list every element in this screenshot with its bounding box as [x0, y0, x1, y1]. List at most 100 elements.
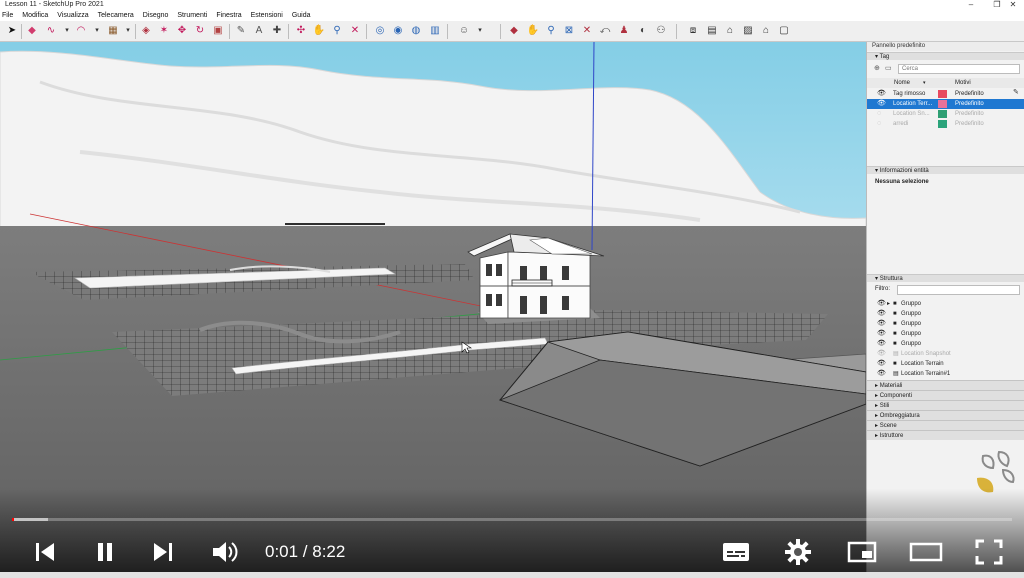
col-pattern[interactable]: Motivi	[955, 78, 971, 88]
follow-me-icon[interactable]: ✶	[157, 24, 171, 38]
pan-view-icon[interactable]: ✋	[526, 24, 540, 38]
zoom-icon[interactable]: ⚲	[330, 24, 344, 38]
visibility-eye-icon[interactable]: ◌	[877, 119, 881, 129]
menu-file[interactable]: File	[0, 10, 18, 21]
visibility-eye-icon[interactable]: 👁	[877, 359, 886, 369]
tray-ombreggiatura[interactable]: ▸ Ombreggiatura	[867, 410, 1024, 420]
tape-measure-icon[interactable]: ✎	[234, 24, 248, 38]
visibility-eye-icon[interactable]: 👁	[877, 369, 886, 379]
visibility-eye-icon[interactable]: 👁	[877, 339, 886, 349]
menu-finestra[interactable]: Finestra	[214, 10, 246, 21]
look-around-icon[interactable]: ◐	[636, 24, 650, 38]
pause-button[interactable]	[90, 534, 120, 570]
layout-icon[interactable]: ▥	[428, 24, 442, 38]
outliner-row[interactable]: 👁 ▸ ■ Gruppo	[867, 299, 1024, 309]
tray-materiali[interactable]: ▸ Materiali	[867, 380, 1024, 390]
menu-modifica[interactable]: Modifica	[20, 10, 53, 21]
tray-scene[interactable]: ▸ Scene	[867, 420, 1024, 430]
pencil-icon[interactable]: ✎	[1013, 88, 1019, 96]
move-tool-icon[interactable]: ✥	[175, 24, 189, 38]
walk-icon[interactable]: ⚇	[654, 24, 668, 38]
zoom-window-icon[interactable]: ⊠	[562, 24, 576, 38]
zoom-extents-view-icon[interactable]: ✕	[580, 24, 594, 38]
dropdown-arrow-icon[interactable]: ▾	[60, 24, 74, 38]
outliner-row[interactable]: 👁 ▤ Location Terrain#1	[867, 369, 1024, 379]
expand-arrow-icon[interactable]: ▸	[887, 299, 890, 309]
tag-row[interactable]: ◌ arredi Predefinito	[867, 119, 1024, 129]
visibility-eye-icon[interactable]: 👁	[877, 319, 886, 329]
position-camera-icon[interactable]: ♟	[617, 24, 631, 38]
rotate-tool-icon[interactable]: ↻	[193, 24, 207, 38]
back-view-icon[interactable]: ⌂	[759, 24, 773, 38]
subtitles-button[interactable]	[718, 534, 754, 570]
left-view-icon[interactable]: ▢	[777, 24, 791, 38]
tag-color-swatch[interactable]	[938, 120, 947, 128]
orbit-view-icon[interactable]: ◆	[507, 24, 521, 38]
menu-telecamera[interactable]: Telecamera	[96, 10, 139, 21]
tag-row[interactable]: 👁 Tag rimosso Predefinito	[867, 89, 1024, 99]
tag-row[interactable]: ◌ Location Sn... Predefinito	[867, 109, 1024, 119]
outliner-row[interactable]: 👁 ■ Location Terrain	[867, 359, 1024, 369]
next-button[interactable]	[148, 534, 178, 570]
entity-info-header[interactable]: ▾ Informazioni entità	[867, 166, 1024, 174]
tag-color-swatch[interactable]	[938, 100, 947, 108]
previous-view-icon[interactable]: ⤺	[598, 24, 612, 38]
warehouse-icon[interactable]: ◎	[373, 24, 387, 38]
dropdown-arrow-icon[interactable]: ▾	[121, 24, 135, 38]
iso-view-icon[interactable]: ⧈	[686, 24, 700, 38]
menu-visualizza[interactable]: Visualizza	[55, 10, 93, 21]
zoom-view-icon[interactable]: ⚲	[544, 24, 558, 38]
outliner-filter-input[interactable]	[897, 285, 1020, 295]
axes-tool-icon[interactable]: ✚	[270, 24, 284, 38]
outliner-row[interactable]: 👁 ■ Gruppo	[867, 319, 1024, 329]
settings-button[interactable]	[780, 534, 816, 570]
visibility-eye-icon[interactable]: 👁	[877, 329, 886, 339]
miniplayer-button[interactable]	[844, 534, 880, 570]
scale-tool-icon[interactable]: ▣	[211, 24, 225, 38]
add-tag-icon[interactable]: ⊕	[874, 64, 880, 72]
tag-color-swatch[interactable]	[938, 90, 947, 98]
zoom-extents-icon[interactable]: ✕	[348, 24, 362, 38]
visibility-eye-icon[interactable]: ◌	[877, 109, 881, 119]
push-pull-icon[interactable]: ◈	[139, 24, 153, 38]
tag-row[interactable]: 👁 Location Terr... Predefinito	[867, 99, 1024, 109]
menu-estensioni[interactable]: Estensioni	[249, 10, 288, 21]
dropdown-arrow-icon[interactable]: ▾	[90, 24, 104, 38]
tray-componenti[interactable]: ▸ Componenti	[867, 390, 1024, 400]
tag-color-swatch[interactable]	[938, 110, 947, 118]
previous-button[interactable]	[30, 534, 60, 570]
front-view-icon[interactable]: ⌂	[723, 24, 737, 38]
tray-istruttore[interactable]: ▸ Istruttore	[867, 430, 1024, 440]
freehand-tool-icon[interactable]: ∿	[44, 24, 58, 38]
tray-stili[interactable]: ▸ Stili	[867, 400, 1024, 410]
top-view-icon[interactable]: ▤	[705, 24, 719, 38]
minimize-button[interactable]: –	[958, 0, 984, 10]
sort-arrow-icon[interactable]: ▾	[923, 78, 926, 88]
outliner-row[interactable]: 👁 ■ Gruppo	[867, 329, 1024, 339]
volume-button[interactable]	[208, 534, 242, 570]
select-tool-icon[interactable]: ➤	[5, 24, 19, 38]
dropdown-arrow-icon[interactable]: ▾	[473, 24, 487, 38]
fullscreen-button[interactable]	[970, 534, 1008, 570]
text-tool-icon[interactable]: A	[252, 24, 266, 38]
eraser-tool-icon[interactable]: ◆	[25, 24, 39, 38]
visibility-eye-icon[interactable]: 👁	[877, 299, 886, 309]
theater-mode-button[interactable]	[906, 534, 946, 570]
add-folder-icon[interactable]: ▭	[885, 64, 892, 72]
arc-tool-icon[interactable]: ◠	[74, 24, 88, 38]
share-model-icon[interactable]: ◍	[409, 24, 423, 38]
orbit-icon[interactable]: ✣	[294, 24, 308, 38]
visibility-eye-icon[interactable]: 👁	[877, 99, 886, 109]
col-name[interactable]: Nome	[894, 78, 910, 88]
outliner-row[interactable]: 👁 ▤ Location Snapshot	[867, 349, 1024, 359]
menu-disegno[interactable]: Disegno	[141, 10, 174, 21]
tag-search-input[interactable]: Cerca	[898, 64, 1020, 74]
visibility-eye-icon[interactable]: 👁	[877, 89, 886, 99]
profile-icon[interactable]: ☺	[457, 24, 471, 38]
close-button[interactable]: ✕	[1000, 0, 1024, 10]
visibility-eye-icon[interactable]: 👁	[877, 349, 886, 359]
outliner-row[interactable]: 👁 ■ Gruppo	[867, 339, 1024, 349]
progress-bar[interactable]	[12, 518, 1012, 521]
tags-header[interactable]: ▾ Tag	[867, 52, 1024, 60]
visibility-eye-icon[interactable]: 👁	[877, 309, 886, 319]
